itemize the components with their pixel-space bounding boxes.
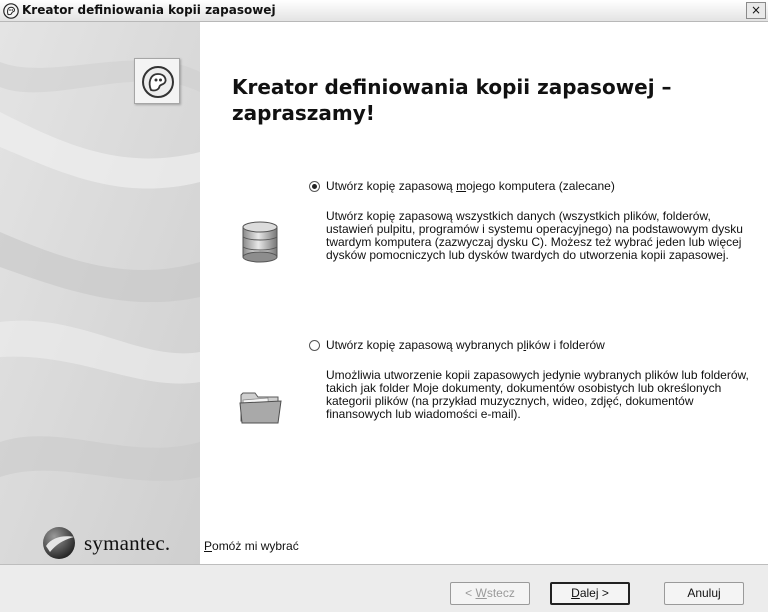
radio-back-up-computer[interactable] (309, 181, 320, 192)
cancel-button[interactable]: Anuluj (664, 582, 744, 605)
left-banner: symantec. (0, 22, 200, 564)
wizard-content: Kreator definiowania kopii zapasowej – z… (200, 22, 768, 564)
next-button[interactable]: Dalej > (550, 582, 630, 605)
option-description-back-up-computer: Utwórz kopię zapasową wszystkich danych … (326, 209, 743, 262)
window-title: Kreator definiowania kopii zapasowej (22, 3, 276, 17)
title-bar: Kreator definiowania kopii zapasowej × (0, 0, 768, 22)
wizard-heading: Kreator definiowania kopii zapasowej – z… (232, 75, 672, 125)
brand-name: symantec. (84, 531, 171, 555)
folder-icon (238, 387, 284, 432)
button-bar: < Wstecz Dalej > Anuluj (0, 564, 768, 612)
help-me-choose-link[interactable]: Pomóż mi wybrać (204, 539, 299, 553)
option-description-back-up-files: Umożliwia utworzenie kopii zapasowych je… (326, 368, 749, 421)
norton-ghost-icon (134, 58, 180, 104)
radio-back-up-files[interactable] (309, 340, 320, 351)
back-button[interactable]: < Wstecz (450, 582, 530, 605)
close-button[interactable]: × (746, 2, 766, 19)
option-label-back-up-files[interactable]: Utwórz kopię zapasową wybranych plików i… (326, 338, 605, 352)
app-icon (3, 3, 19, 19)
option-label-back-up-computer[interactable]: Utwórz kopię zapasową mojego komputera (… (326, 179, 615, 193)
symantec-logo (43, 527, 75, 559)
hard-disk-icon (240, 220, 280, 269)
